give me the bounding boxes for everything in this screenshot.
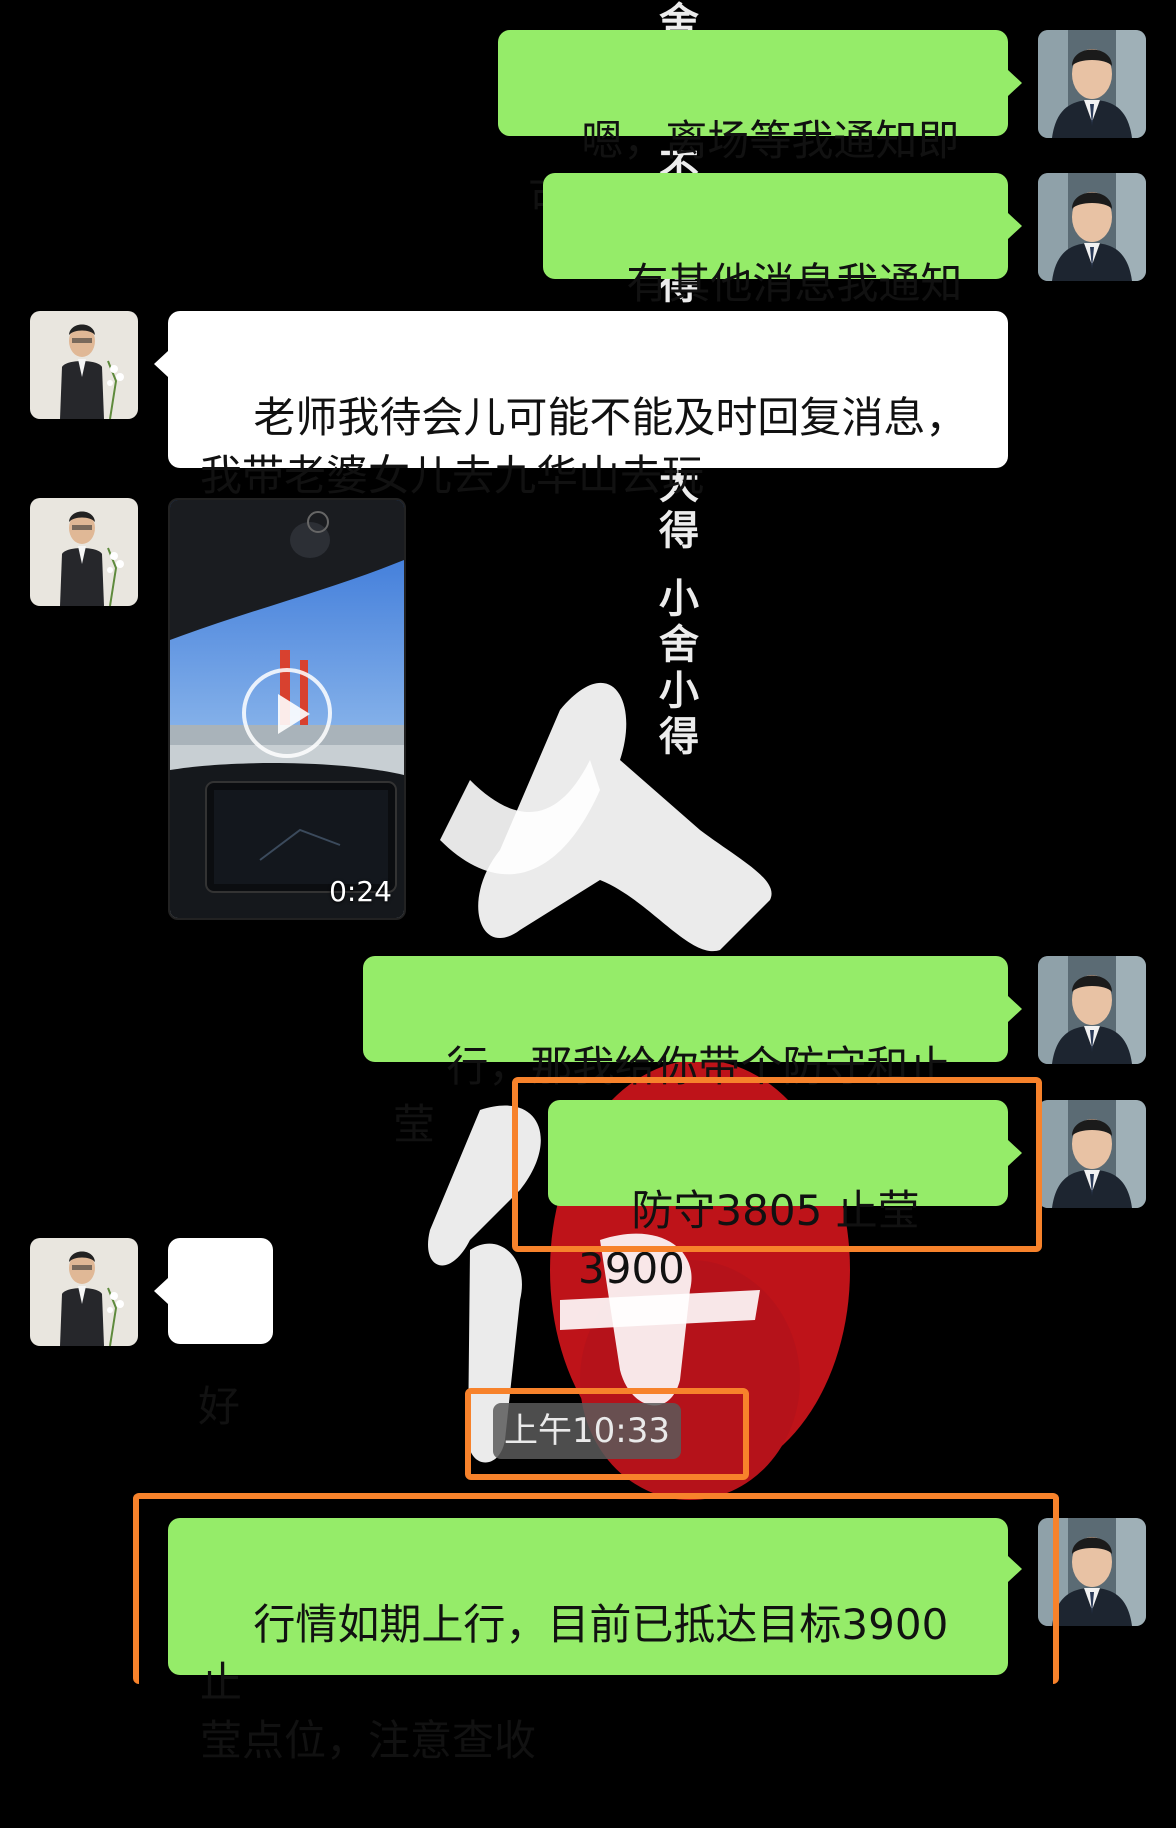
businessman-avatar-icon[interactable]	[1038, 1518, 1146, 1626]
message-bubble[interactable]: 好	[168, 1238, 273, 1431]
play-icon[interactable]	[242, 668, 332, 758]
bubble-tail	[1008, 1140, 1022, 1166]
man-with-flowers-avatar-icon[interactable]	[30, 498, 138, 606]
bubble-tail	[1008, 1556, 1022, 1582]
message-bubble[interactable]: 行情如期上行，目前已抵达目标3900止 莹点位，注意查收	[168, 1518, 1008, 1765]
bubble-tail	[154, 351, 168, 377]
businessman-avatar-icon[interactable]	[1038, 173, 1146, 281]
message-bubble[interactable]: 嗯，离场等我通知即可	[498, 30, 1008, 223]
man-with-flowers-avatar-icon[interactable]	[30, 311, 138, 419]
message-bubble[interactable]: 行，那我给你带个防守和止莹	[363, 956, 1008, 1149]
background-char: 得	[659, 714, 699, 760]
message-bubble[interactable]: 有其他消息我通知你	[543, 173, 1008, 366]
message-timestamp: 上午10:33	[493, 1403, 681, 1459]
background-vertical-text-mid: 大 得 小 舍 小 得	[654, 462, 704, 760]
background-char: 小	[659, 576, 699, 622]
message-bubble[interactable]: 老师我待会儿可能不能及时回复消息， 我带老婆女儿去九华山去玩	[168, 311, 1008, 500]
video-duration: 0:24	[329, 875, 392, 908]
background-char: 小	[659, 668, 699, 714]
bubble-tail	[1008, 213, 1022, 239]
background-char: 舍	[659, 622, 699, 668]
businessman-avatar-icon[interactable]	[1038, 1100, 1146, 1208]
bubble-tail	[1008, 996, 1022, 1022]
message-bubble[interactable]: 防守3805 止莹3900	[548, 1100, 1008, 1293]
businessman-avatar-icon[interactable]	[1038, 956, 1146, 1064]
background-char: 得	[659, 508, 699, 554]
video-message-thumbnail[interactable]: 0:24	[168, 498, 406, 920]
businessman-avatar-icon[interactable]	[1038, 30, 1146, 138]
bubble-tail	[154, 1278, 168, 1304]
man-with-flowers-avatar-icon[interactable]	[30, 1238, 138, 1346]
bubble-tail	[1008, 70, 1022, 96]
message-text: 好	[198, 1382, 241, 1431]
